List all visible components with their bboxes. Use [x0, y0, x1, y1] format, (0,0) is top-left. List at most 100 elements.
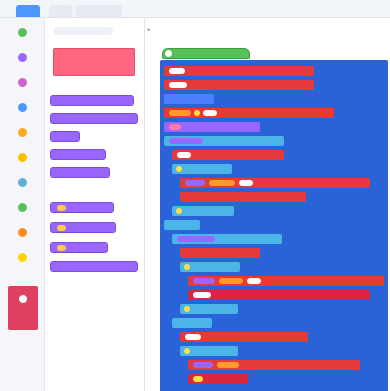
category-label [8, 139, 36, 143]
motion-icon [17, 103, 27, 112]
block-input-slot[interactable] [194, 109, 200, 116]
block-input-slot[interactable] [176, 165, 182, 172]
block-input-slot[interactable] [209, 179, 235, 186]
category-my-blocks[interactable] [8, 286, 38, 330]
script-block[interactable] [180, 248, 260, 258]
operators-icon [17, 203, 27, 212]
block-input-slot[interactable] [193, 277, 215, 284]
app-window: ◂ [0, 0, 390, 391]
block-input-slot[interactable] [247, 277, 261, 284]
block-input-slot[interactable] [219, 277, 243, 284]
block-palette [45, 18, 145, 391]
category-operators[interactable] [8, 201, 36, 225]
tab-costumes[interactable] [49, 5, 72, 17]
script-block[interactable] [164, 136, 284, 146]
my-blocks-icon [19, 295, 27, 303]
script-block[interactable] [172, 164, 232, 174]
category-variables[interactable] [8, 226, 36, 250]
category-events-2[interactable] [8, 126, 36, 150]
block-input-slot[interactable] [203, 109, 217, 116]
workspace-breadcrumb: ◂ [147, 27, 153, 34]
script-block[interactable] [164, 80, 314, 90]
script-block[interactable] [172, 150, 284, 160]
category-sensing[interactable] [8, 176, 36, 200]
variables-icon [17, 228, 27, 237]
when-flag-clicked-block[interactable] [162, 48, 250, 59]
category-label [8, 239, 36, 243]
block-input-slot[interactable] [193, 375, 203, 382]
category-label [8, 189, 36, 193]
script-block[interactable] [180, 262, 240, 272]
block-input-slot[interactable] [169, 137, 203, 144]
block-input-slot[interactable] [184, 347, 190, 354]
block-input-slot[interactable] [176, 207, 182, 214]
palette-block[interactable] [50, 202, 114, 213]
script-block[interactable] [180, 332, 308, 342]
palette-block[interactable] [50, 131, 80, 142]
palette-block[interactable] [50, 149, 106, 160]
block-input-slot[interactable] [184, 263, 190, 270]
category-label [8, 164, 36, 168]
category-label [10, 308, 36, 313]
block-input-slot[interactable] [177, 151, 191, 158]
block-input-slot[interactable] [57, 224, 66, 231]
events-icon [17, 128, 27, 137]
block-input-slot[interactable] [239, 179, 253, 186]
block-input-slot[interactable] [57, 204, 66, 211]
flag-icon [17, 28, 27, 37]
block-input-slot[interactable] [185, 333, 201, 340]
block-input-slot[interactable] [185, 179, 205, 186]
block-input-slot[interactable] [169, 81, 187, 88]
block-input-slot[interactable] [184, 305, 190, 312]
palette-block[interactable] [50, 113, 138, 124]
category-sound[interactable] [8, 76, 36, 100]
block-input-slot[interactable] [169, 67, 185, 74]
looks-icon [17, 53, 27, 62]
tab-code[interactable] [16, 5, 40, 17]
category-label [8, 264, 36, 268]
script-block[interactable] [180, 346, 238, 356]
block-input-slot[interactable] [193, 291, 211, 298]
block-input-slot[interactable] [217, 361, 239, 368]
script-block[interactable] [180, 192, 306, 202]
category-motion[interactable] [8, 101, 36, 125]
category-looks[interactable] [8, 51, 36, 75]
palette-block[interactable] [50, 222, 116, 233]
script-block[interactable] [188, 276, 384, 286]
script-block[interactable] [180, 178, 370, 188]
palette-block[interactable] [50, 167, 110, 178]
category-label [8, 39, 36, 43]
block-input-slot[interactable] [169, 123, 181, 130]
category-sidebar [0, 18, 45, 391]
category-lists[interactable] [8, 251, 36, 275]
category-control[interactable] [8, 151, 36, 175]
block-input-slot[interactable] [177, 235, 215, 242]
script-block[interactable] [172, 318, 212, 328]
block-input-slot[interactable] [169, 109, 191, 116]
control-icon [17, 153, 27, 162]
script-block[interactable] [188, 374, 248, 384]
block-input-slot[interactable] [57, 244, 66, 251]
palette-search-input[interactable] [53, 27, 113, 35]
script-block[interactable] [164, 66, 314, 76]
script-block[interactable] [172, 234, 282, 244]
script-block[interactable] [164, 220, 200, 230]
script-workspace[interactable]: ◂ [145, 18, 390, 391]
block-input-slot[interactable] [193, 361, 213, 368]
tab-sounds[interactable] [76, 5, 122, 17]
palette-block[interactable] [50, 261, 138, 272]
script-block[interactable] [172, 206, 234, 216]
sound-icon [17, 78, 27, 87]
script-block[interactable] [164, 94, 214, 104]
palette-block[interactable] [50, 242, 108, 253]
script-block[interactable] [164, 122, 260, 132]
chevron-left-icon[interactable]: ◂ [147, 27, 150, 33]
script-block[interactable] [180, 304, 238, 314]
script-block[interactable] [164, 108, 334, 118]
make-a-block-button[interactable] [53, 48, 135, 76]
category-events[interactable] [8, 26, 36, 50]
script-block[interactable] [188, 290, 370, 300]
palette-block[interactable] [50, 95, 134, 106]
top-tab-bar [0, 0, 390, 18]
script-block[interactable] [188, 360, 360, 370]
